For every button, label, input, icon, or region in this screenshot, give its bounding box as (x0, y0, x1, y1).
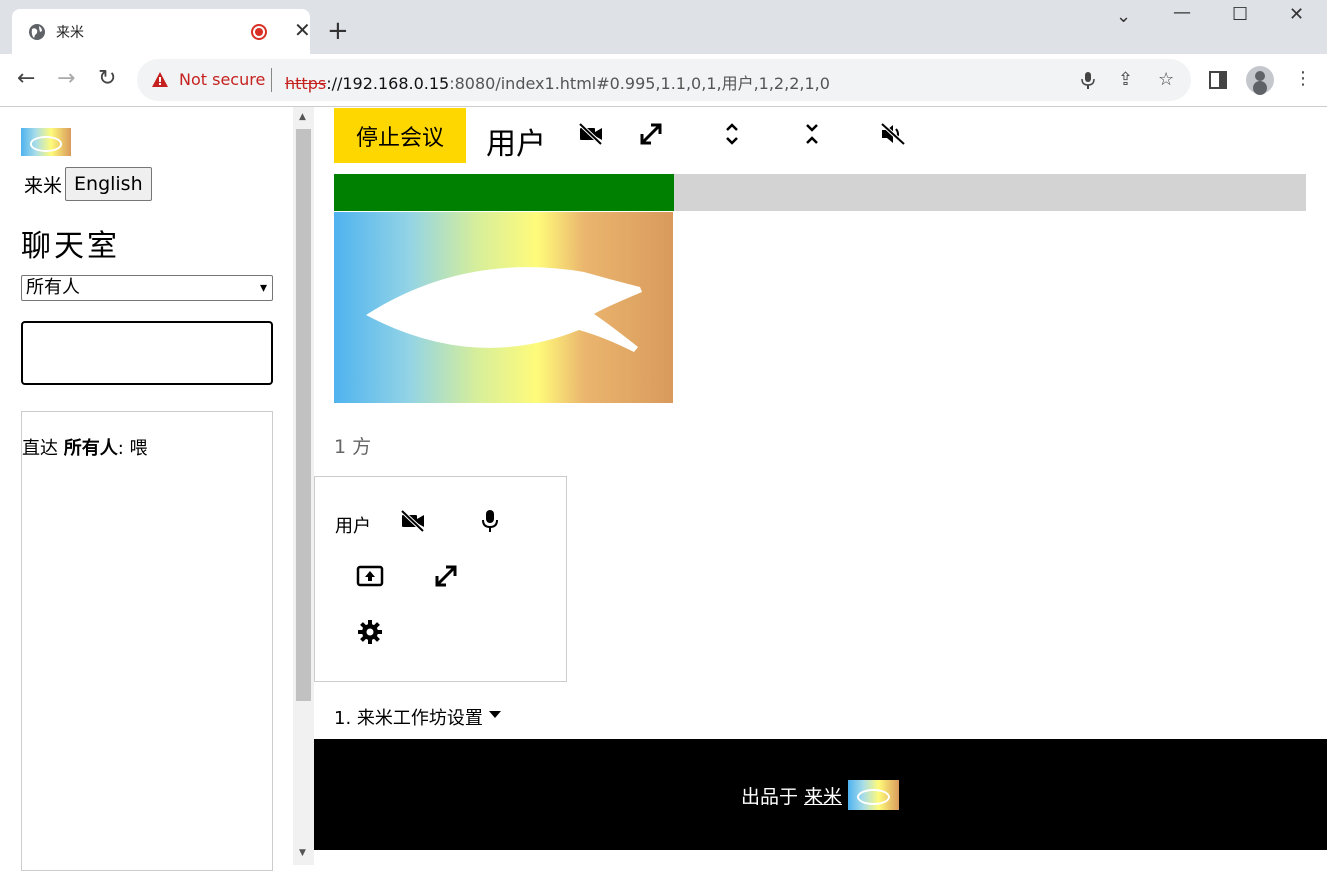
tab-title: 来米 (56, 25, 84, 41)
url-rest: :8080/index1.html#0.995,1.1,0,1,用户,1,2,2… (449, 74, 830, 93)
screen-share-icon[interactable] (355, 561, 385, 591)
url-scheme: https (285, 74, 327, 93)
audio-level-meter (334, 174, 1306, 211)
language-switcher: 来米 English (24, 167, 152, 201)
footer: 出品于 来米 (314, 739, 1327, 850)
browser-chrome: 来米 ✕ + ⌄ — ☐ ✕ ← → ↻ Not secure https://… (0, 0, 1327, 107)
collapse-icon[interactable] (797, 119, 827, 149)
microphone-icon[interactable] (475, 506, 505, 536)
fullscreen-icon[interactable] (431, 561, 461, 591)
footer-credit: 出品于 来米 (741, 780, 900, 810)
chat-message-prefix: 直达 (22, 438, 58, 459)
speaker-muted-icon[interactable] (878, 119, 908, 149)
browser-toolbar: ← → ↻ Not secure https://192.168.0.15:80… (0, 54, 1327, 107)
meeting-area: 停止会议 用户 1 方 用户 1. 来米工作坊设置 出品于 来米 (314, 107, 1327, 865)
menu-kebab-icon[interactable]: ⋮ (1294, 68, 1312, 89)
maximize-icon[interactable]: ☐ (1232, 4, 1248, 25)
reload-icon[interactable]: ↻ (98, 66, 116, 92)
user-name: 用户 (486, 127, 546, 162)
new-tab-icon[interactable]: + (327, 17, 349, 45)
minimize-icon[interactable]: — (1173, 2, 1191, 23)
bookmark-star-icon[interactable]: ☆ (1158, 69, 1174, 90)
stop-meeting-button[interactable]: 停止会议 (334, 108, 466, 163)
workshop-settings-label: 1. 来米工作坊设置 (334, 708, 483, 729)
recording-icon (251, 24, 267, 40)
message-input[interactable] (21, 321, 273, 385)
url-text[interactable]: https://192.168.0.15:8080/index1.html#0.… (285, 70, 830, 94)
video-off-icon[interactable] (398, 506, 428, 536)
participant-card: 用户 (314, 476, 567, 682)
chat-sidebar: 来米 English 聊天室 所有人 ▾ 直达 所有人: 喂 (0, 107, 293, 871)
chat-message-colon: : (117, 438, 124, 459)
forward-icon[interactable]: → (57, 66, 75, 92)
chat-message: 直达 所有人: 喂 (22, 434, 148, 460)
tab-search-icon[interactable]: ⌄ (1116, 6, 1131, 27)
chat-message-text: 喂 (129, 438, 148, 459)
expand-icon[interactable] (717, 119, 747, 149)
back-icon[interactable]: ← (17, 66, 35, 92)
recipient-selected: 所有人 (26, 277, 80, 298)
chat-message-target: 所有人 (63, 438, 118, 459)
english-button[interactable]: English (65, 167, 152, 201)
close-tab-icon[interactable]: ✕ (294, 18, 311, 42)
participant-name: 用户 (335, 516, 371, 537)
sidebar-scrollbar[interactable]: ▲ ▼ (293, 107, 314, 865)
video-preview (334, 212, 673, 403)
video-off-icon[interactable] (576, 119, 606, 149)
footer-logo (848, 780, 900, 810)
chevron-down-icon: ▾ (259, 280, 267, 296)
side-panel-icon[interactable] (1209, 71, 1227, 89)
share-icon[interactable]: ⇪ (1118, 69, 1133, 90)
microphone-icon[interactable] (1081, 71, 1095, 89)
app-logo (21, 128, 71, 156)
fullscreen-icon[interactable] (636, 119, 666, 149)
caret-down-icon (488, 711, 501, 718)
close-window-icon[interactable]: ✕ (1289, 4, 1304, 25)
workshop-settings-toggle[interactable]: 1. 来米工作坊设置 (334, 704, 501, 730)
profile-avatar[interactable] (1246, 66, 1274, 94)
chat-log: 直达 所有人: 喂 (21, 411, 273, 871)
recipient-select[interactable]: 所有人 ▾ (21, 275, 273, 301)
warning-icon (152, 72, 168, 87)
browser-tab[interactable]: 来米 ✕ (12, 9, 311, 54)
footer-made-by: 出品于 (741, 785, 799, 808)
omnibox-divider (271, 68, 272, 92)
chat-title: 聊天室 (21, 229, 120, 264)
fish-logo-icon (366, 267, 642, 352)
audio-level-fill (334, 174, 675, 211)
url-host: ://192.168.0.15 (326, 74, 450, 93)
participant-count: 1 方 (334, 436, 372, 458)
gear-icon[interactable] (355, 617, 385, 647)
address-bar[interactable]: Not secure https://192.168.0.15:8080/ind… (137, 59, 1191, 101)
scroll-up-icon[interactable]: ▲ (299, 112, 306, 122)
not-secure-label[interactable]: Not secure (179, 70, 265, 89)
footer-brand-link[interactable]: 来米 (804, 782, 842, 809)
scroll-down-icon[interactable]: ▼ (299, 848, 306, 858)
scrollbar-thumb[interactable] (296, 129, 311, 701)
globe-icon (29, 24, 45, 40)
current-language: 来米 (24, 174, 63, 197)
